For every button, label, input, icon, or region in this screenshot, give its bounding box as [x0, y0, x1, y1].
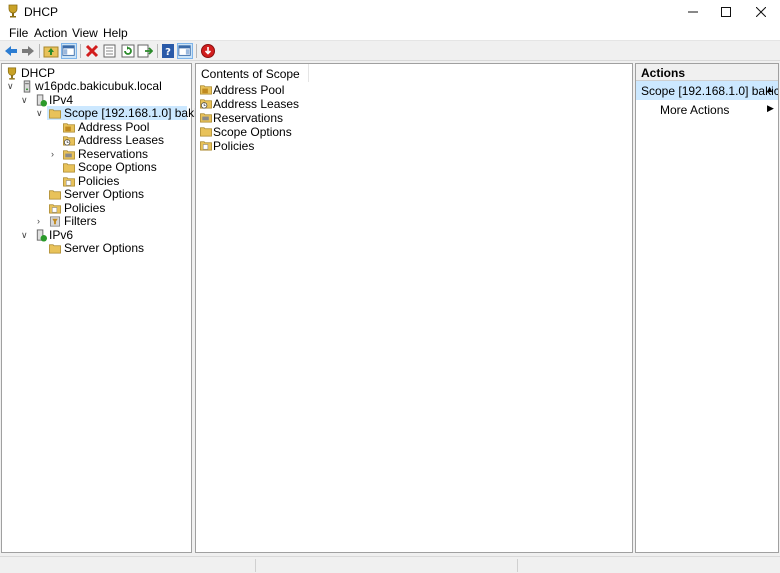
export-list-icon[interactable]: [137, 43, 153, 59]
svg-text:?: ?: [165, 47, 171, 58]
minimize-icon: [688, 11, 698, 12]
maximize-icon: [721, 6, 731, 17]
tree-item-scope[interactable]: ∨ Scope [192.168.1.0] bakicubuk: [2, 106, 229, 120]
actions-section-scope[interactable]: Scope [192.168.1.0] bakicub... ▲: [636, 81, 778, 100]
forward-arrow-icon[interactable]: [20, 43, 36, 59]
actions-header: Actions: [636, 64, 778, 81]
delete-icon[interactable]: [84, 43, 100, 59]
dhcp-app-icon: [8, 4, 18, 18]
column-header-contents[interactable]: Contents of Scope: [196, 64, 309, 82]
close-icon: [756, 6, 766, 17]
tree-item-filters[interactable]: › Filters: [2, 214, 191, 228]
menu-view[interactable]: View: [72, 26, 98, 40]
window-title: DHCP: [24, 5, 59, 19]
actions-pane: Actions Scope [192.168.1.0] bakicub... ▲…: [635, 63, 779, 553]
reservations-icon: [200, 113, 212, 123]
show-hide-console-tree-icon[interactable]: [61, 43, 77, 59]
deactivate-icon[interactable]: [200, 43, 216, 59]
chevron-right-icon[interactable]: ›: [37, 216, 46, 226]
tree-item-address-leases[interactable]: Address Leases: [2, 133, 191, 147]
tree-item-ipv4[interactable]: ∨ IPv4: [2, 93, 191, 107]
chevron-right-icon[interactable]: ›: [51, 149, 60, 159]
list-item[interactable]: Address Leases: [199, 97, 319, 111]
console-tree-pane: DHCP ∨ w16pdc.bakicubuk.local ∨ IPv4 ∨ S…: [1, 63, 229, 553]
policies-icon: [49, 203, 61, 214]
chevron-down-icon[interactable]: ∨: [21, 95, 30, 105]
actions-section-label: Scope [192.168.1.0] bakicub...: [641, 84, 778, 98]
tree-item-reservations[interactable]: › Reservations: [2, 147, 191, 161]
submenu-arrow-icon: ▶: [767, 103, 774, 113]
back-arrow-icon[interactable]: [3, 43, 19, 59]
reservations-icon: [63, 149, 75, 160]
tree-item-server-options[interactable]: Server Options: [2, 187, 191, 201]
folder-icon: [63, 162, 75, 173]
dhcp-icon: [7, 67, 17, 80]
minimize-button[interactable]: [677, 0, 709, 23]
close-button[interactable]: [745, 0, 777, 23]
address-pool-icon: [63, 122, 75, 133]
status-divider: [517, 559, 518, 572]
chevron-down-icon[interactable]: ∨: [36, 108, 45, 118]
refresh-icon[interactable]: [120, 43, 136, 59]
list-item[interactable]: Address Pool: [199, 83, 319, 97]
tree-item-scope-policies[interactable]: Policies: [2, 174, 191, 188]
menu-help[interactable]: Help: [103, 26, 128, 40]
tree-item-scope-options[interactable]: Scope Options: [2, 160, 191, 174]
server-icon: [23, 79, 31, 93]
help-icon[interactable]: ?: [160, 43, 176, 59]
more-actions-item[interactable]: More Actions: [660, 103, 729, 117]
chevron-down-icon[interactable]: ∨: [7, 81, 16, 91]
list-item[interactable]: Scope Options: [199, 125, 319, 139]
properties-icon[interactable]: [102, 43, 118, 59]
folder-icon: [49, 108, 61, 119]
list-item[interactable]: Reservations: [199, 111, 319, 125]
list-item[interactable]: Policies: [199, 139, 319, 153]
folder-icon: [49, 189, 61, 200]
tree-item-ipv4-policies[interactable]: Policies: [2, 201, 191, 215]
tree-item-address-pool[interactable]: Address Pool: [2, 120, 191, 134]
toolbar: ?: [0, 41, 780, 61]
up-folder-icon[interactable]: [43, 43, 59, 59]
tree-item-ipv6[interactable]: ∨ IPv6: [2, 228, 191, 242]
address-leases-icon: [200, 99, 212, 109]
policies-icon: [200, 141, 212, 151]
filter-icon: [49, 215, 61, 227]
menu-file[interactable]: File: [9, 26, 28, 40]
menu-bar: File Action View Help: [0, 23, 780, 41]
address-leases-icon: [63, 135, 75, 146]
title-bar: DHCP: [0, 0, 780, 23]
policies-icon: [63, 176, 75, 187]
results-pane: Contents of Scope Address Pool Address L…: [195, 63, 633, 553]
folder-icon: [49, 243, 61, 254]
collapse-up-icon[interactable]: ▲: [765, 84, 774, 94]
maximize-button[interactable]: [710, 0, 742, 23]
chevron-down-icon[interactable]: ∨: [21, 230, 30, 240]
ipv6-icon: [36, 228, 48, 242]
status-bar: [0, 556, 780, 573]
show-hide-action-pane-icon[interactable]: [177, 43, 193, 59]
address-pool-icon: [200, 85, 212, 95]
ipv4-icon: [36, 93, 48, 107]
tree-item-server[interactable]: ∨ w16pdc.bakicubuk.local: [2, 79, 191, 93]
tree-item-ipv6-server-options[interactable]: Server Options: [2, 241, 191, 255]
folder-icon: [200, 127, 212, 137]
tree-item-dhcp[interactable]: DHCP: [2, 66, 191, 80]
menu-action[interactable]: Action: [34, 26, 67, 40]
status-divider: [255, 559, 256, 572]
